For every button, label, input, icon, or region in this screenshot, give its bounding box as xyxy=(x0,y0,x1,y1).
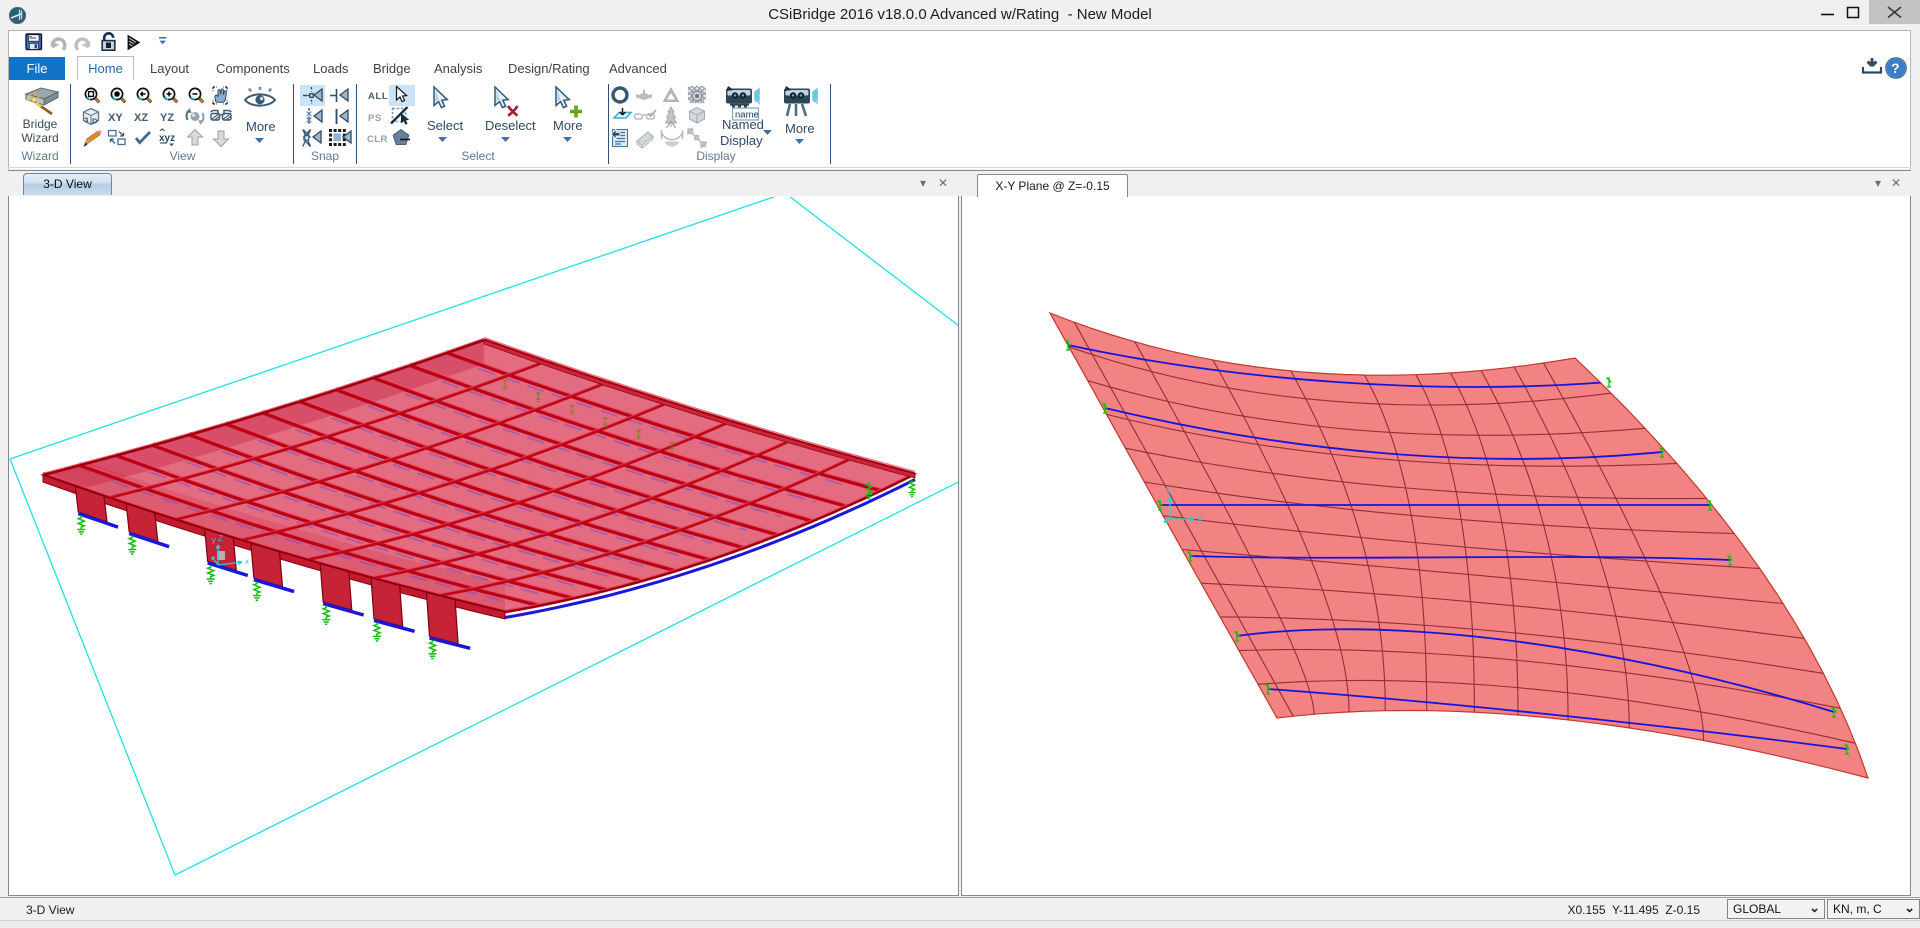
svg-text:Y: Y xyxy=(211,537,217,546)
svg-text:XZ: XZ xyxy=(134,112,148,124)
svg-text:YZ: YZ xyxy=(160,112,174,124)
svg-text:D: D xyxy=(92,117,98,126)
svg-text:X: X xyxy=(1197,515,1203,524)
svg-text:Display: Display xyxy=(720,133,763,148)
svg-text:PS: PS xyxy=(368,113,382,124)
svg-text:More: More xyxy=(785,121,815,136)
svg-text:3: 3 xyxy=(84,116,88,125)
svg-text:More: More xyxy=(553,118,583,133)
svg-text:x: x xyxy=(245,557,249,566)
svg-text:xyz: xyz xyxy=(159,133,175,144)
svg-text:Named: Named xyxy=(722,117,764,132)
svg-text:?: ? xyxy=(1891,61,1899,76)
svg-text:XY: XY xyxy=(108,112,123,124)
svg-text:More: More xyxy=(246,119,276,134)
svg-text:CLR: CLR xyxy=(367,134,388,145)
svg-text:Deselect: Deselect xyxy=(485,118,536,133)
svg-text:Y: Y xyxy=(1166,487,1172,496)
svg-text:Z: Z xyxy=(218,534,223,543)
svg-text:Select: Select xyxy=(427,118,464,133)
svg-text:ALL: ALL xyxy=(368,91,388,102)
